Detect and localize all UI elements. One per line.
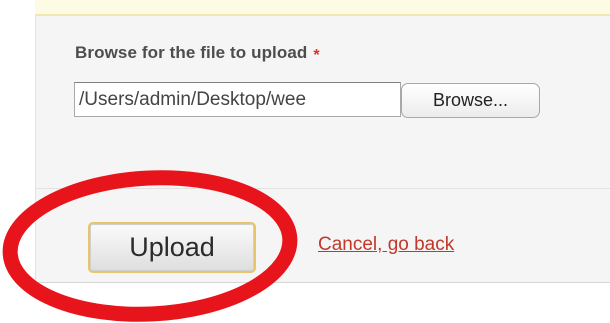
- file-path-input[interactable]: /Users/admin/Desktop/wee: [74, 82, 401, 117]
- file-field-label: Browse for the file to upload *: [75, 43, 320, 64]
- section-divider: [35, 188, 610, 189]
- browse-button[interactable]: Browse...: [401, 83, 540, 118]
- required-asterisk: *: [313, 47, 320, 64]
- file-field-label-text: Browse for the file to upload: [75, 43, 308, 62]
- notice-strip: [35, 0, 610, 16]
- cancel-go-back-link[interactable]: Cancel, go back: [318, 234, 454, 256]
- upload-button[interactable]: Upload: [88, 222, 256, 273]
